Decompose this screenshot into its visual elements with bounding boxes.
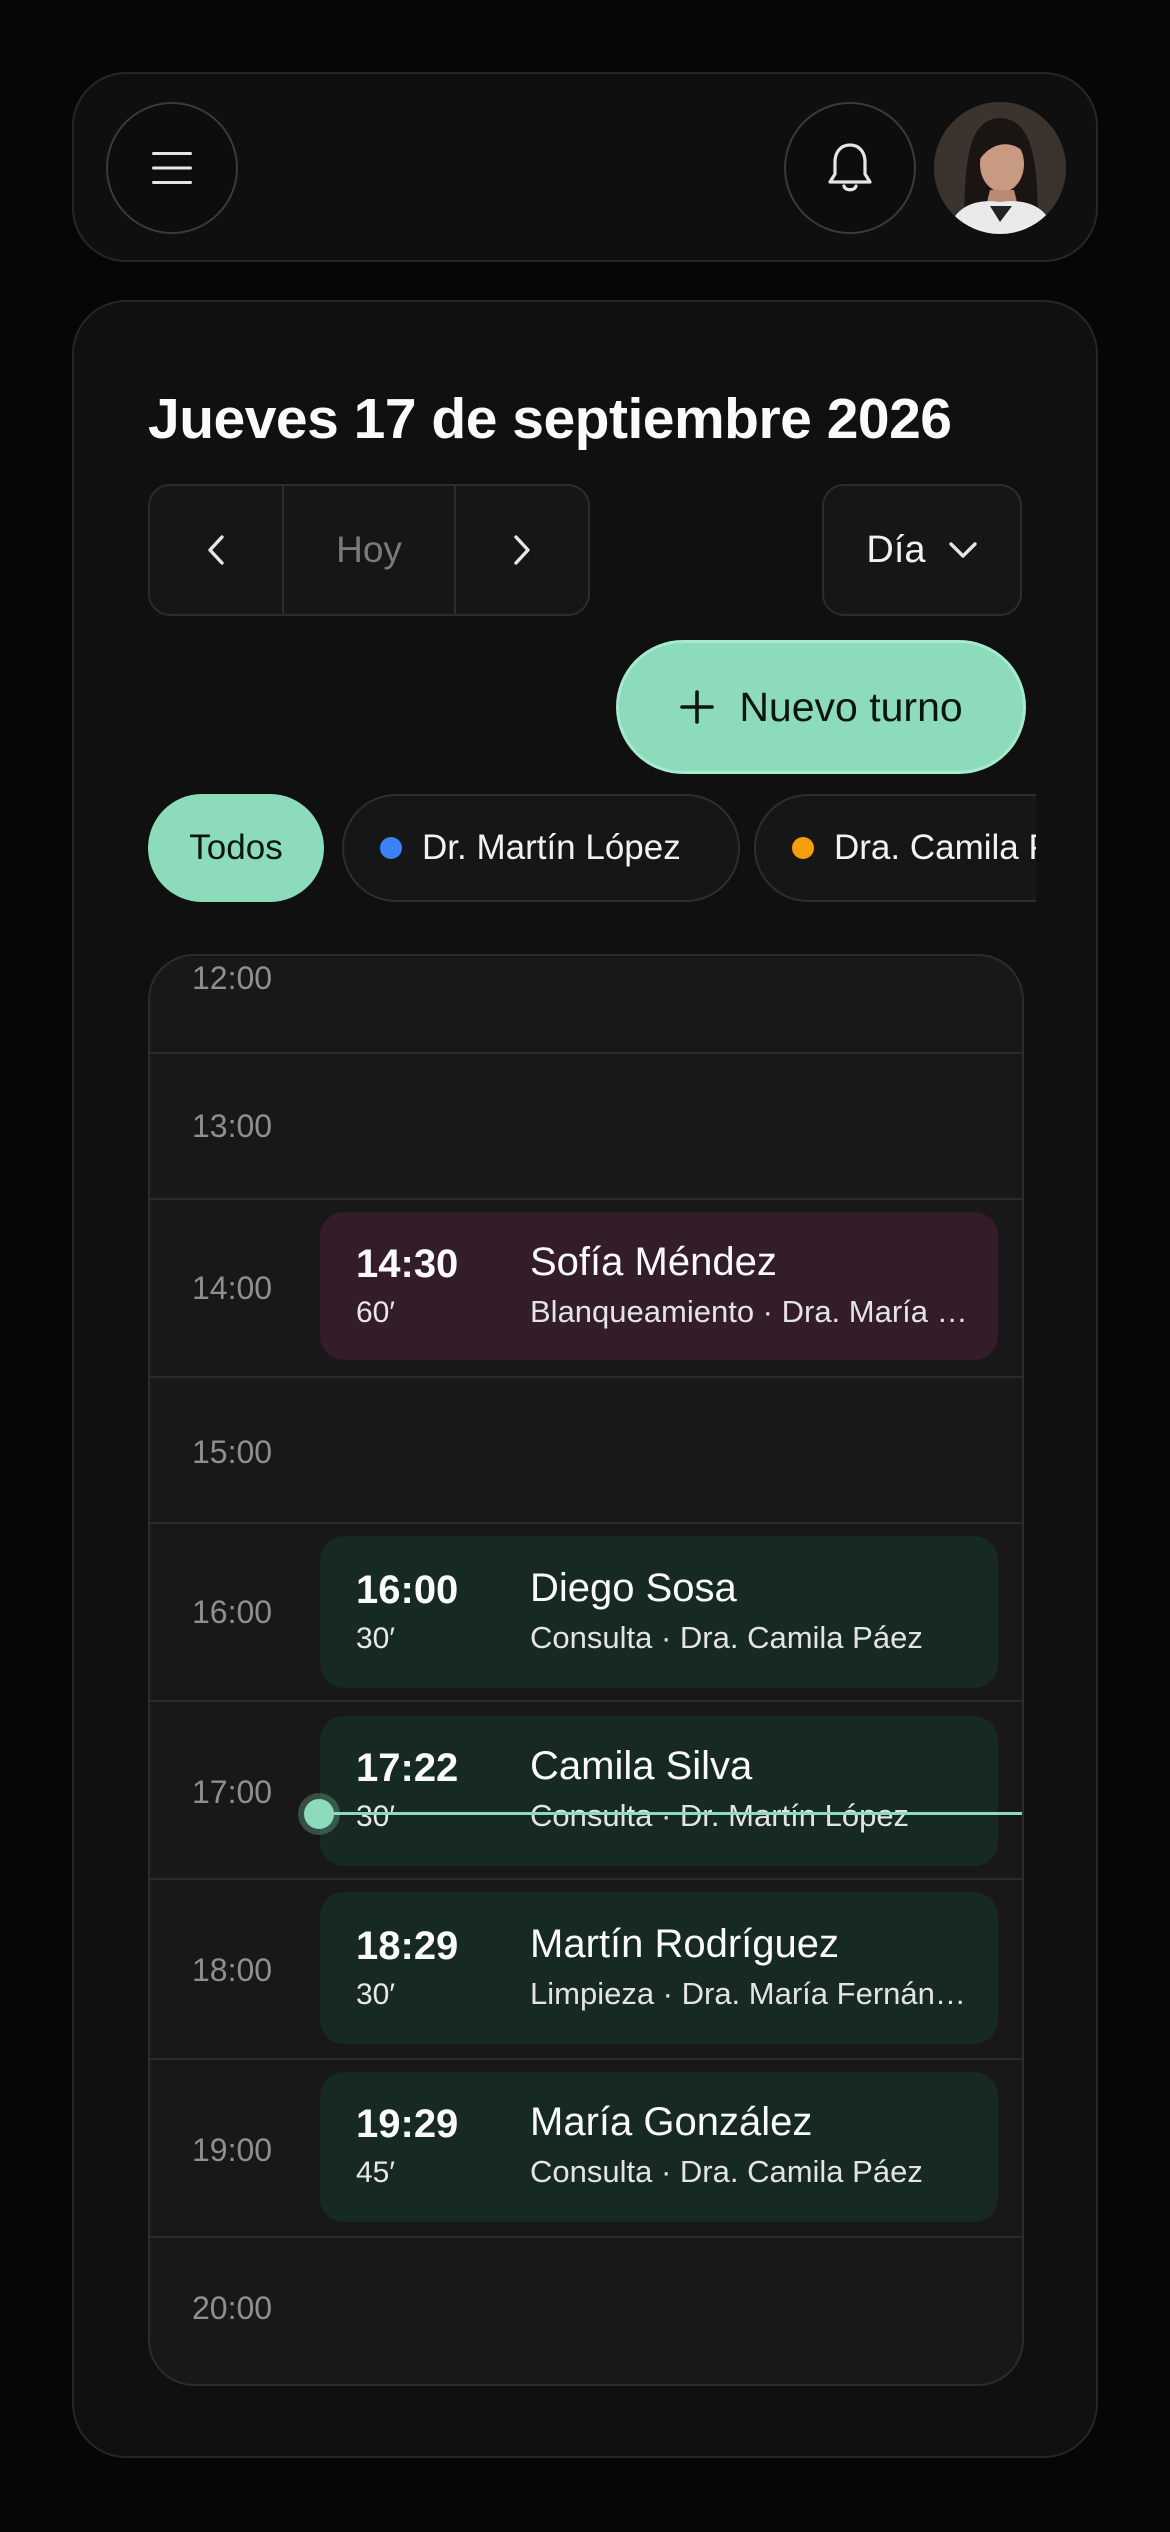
hour-row: 13:00 <box>150 1054 1022 1200</box>
plus-icon <box>680 690 715 724</box>
appointment-duration: 30′ <box>356 1800 395 1833</box>
hour-row: 18:00 18:29 30′ Martín Rodríguez Limpiez… <box>150 1880 1022 2060</box>
chevron-down-icon <box>948 542 977 558</box>
appointment-time: 16:00 <box>356 1568 459 1612</box>
appointment-card[interactable]: 16:00 30′ Diego Sosa Consulta · Dra. Cam… <box>320 1536 998 1688</box>
appointment-patient: Camila Silva <box>530 1744 753 1788</box>
view-selector[interactable]: Día <box>822 484 1022 616</box>
hour-label: 19:00 <box>192 2132 273 2168</box>
hour-label: 18:00 <box>192 1952 273 1988</box>
menu-button[interactable] <box>106 102 238 234</box>
today-button[interactable]: Hoy <box>284 486 456 614</box>
appointment-patient: Martín Rodríguez <box>530 1922 840 1966</box>
filter-chip-label: Dra. Camila Páez <box>834 828 1036 867</box>
appointment-duration: 45′ <box>356 2156 395 2189</box>
appointment-detail: Limpieza · Dra. María Fernández <box>530 1976 970 2011</box>
notifications-button[interactable] <box>784 102 916 234</box>
appointment-card[interactable]: 17:22 30′ Camila Silva Consulta · Dr. Ma… <box>320 1716 998 1866</box>
appointment-time: 17:22 <box>356 1746 459 1790</box>
hamburger-menu-icon <box>152 152 192 184</box>
appointment-time: 14:30 <box>356 1242 459 1286</box>
doctor-color-dot <box>792 837 814 859</box>
hour-row: 15:00 <box>150 1378 1022 1524</box>
appointment-duration: 30′ <box>356 1978 395 2011</box>
appointment-detail: Consulta · Dra. Camila Páez <box>530 1620 923 1655</box>
appointment-patient: María González <box>530 2100 813 2144</box>
filter-chip-doctor-paez[interactable]: Dra. Camila Páez <box>754 794 1036 902</box>
new-appointment-label: Nuevo turno <box>739 683 963 730</box>
next-day-button[interactable] <box>456 486 588 614</box>
view-label: Día <box>866 528 926 571</box>
chevron-right-icon <box>514 535 530 565</box>
date-navigation: Hoy <box>148 484 590 616</box>
hour-label: 16:00 <box>192 1594 273 1630</box>
hour-row: 16:00 16:00 30′ Diego Sosa Consulta · Dr… <box>150 1524 1022 1702</box>
hour-label: 14:00 <box>192 1270 273 1306</box>
filter-chip-doctor-lopez[interactable]: Dr. Martín López <box>342 794 740 902</box>
previous-day-button[interactable] <box>150 486 284 614</box>
appointment-time: 19:29 <box>356 2102 459 2146</box>
top-bar <box>72 72 1098 262</box>
hour-label: 15:00 <box>192 1434 273 1470</box>
hour-row: 17:00 17:22 30′ Camila Silva Consulta · … <box>150 1702 1022 1880</box>
appointment-time: 18:29 <box>356 1924 459 1968</box>
current-time-line <box>320 1812 1022 1815</box>
appointment-patient: Sofía Méndez <box>530 1240 777 1284</box>
avatar-photo <box>934 102 1066 234</box>
calendar-card: Jueves 17 de septiembre 2026 Hoy Día Nue… <box>72 300 1098 2458</box>
appointment-duration: 60′ <box>356 1296 395 1329</box>
appointment-detail: Consulta · Dra. Camila Páez <box>530 2154 923 2189</box>
doctor-color-dot <box>380 837 402 859</box>
doctor-filter-chips: Todos Dr. Martín López Dra. Camila Páez <box>148 794 1036 906</box>
new-appointment-button[interactable]: Nuevo turno <box>616 640 1026 774</box>
bell-icon <box>828 143 872 192</box>
hour-label: 13:00 <box>192 1108 273 1144</box>
day-schedule-grid[interactable]: 12:00 13:00 14:00 14:30 60′ Sofía Méndez… <box>148 954 1024 2386</box>
appointment-card[interactable]: 19:29 45′ María González Consulta · Dra.… <box>320 2072 998 2222</box>
chevron-left-icon <box>208 535 224 565</box>
hour-label: 12:00 <box>192 960 273 996</box>
date-title: Jueves 17 de septiembre 2026 <box>148 387 952 451</box>
hour-row: 12:00 <box>150 956 1022 1054</box>
appointment-patient: Diego Sosa <box>530 1566 737 1610</box>
hour-label: 17:00 <box>192 1774 273 1810</box>
current-time-dot <box>304 1799 334 1829</box>
hour-row: 19:00 19:29 45′ María González Consulta … <box>150 2060 1022 2238</box>
appointment-duration: 30′ <box>356 1622 395 1655</box>
appointment-card[interactable]: 18:29 30′ Martín Rodríguez Limpieza · Dr… <box>320 1892 998 2044</box>
filter-chip-all[interactable]: Todos <box>148 794 324 902</box>
appointment-card[interactable]: 14:30 60′ Sofía Méndez Blanqueamiento · … <box>320 1212 998 1360</box>
appointment-detail: Blanqueamiento · Dra. María Fernández <box>530 1294 970 1329</box>
filter-chip-label: Dr. Martín López <box>422 828 681 867</box>
hour-row: 20:00 <box>150 2238 1022 2384</box>
appointment-detail: Consulta · Dr. Martín López <box>530 1798 910 1833</box>
hour-label: 20:00 <box>192 2290 273 2326</box>
hour-row: 14:00 14:30 60′ Sofía Méndez Blanqueamie… <box>150 1200 1022 1378</box>
user-avatar[interactable] <box>934 102 1066 234</box>
